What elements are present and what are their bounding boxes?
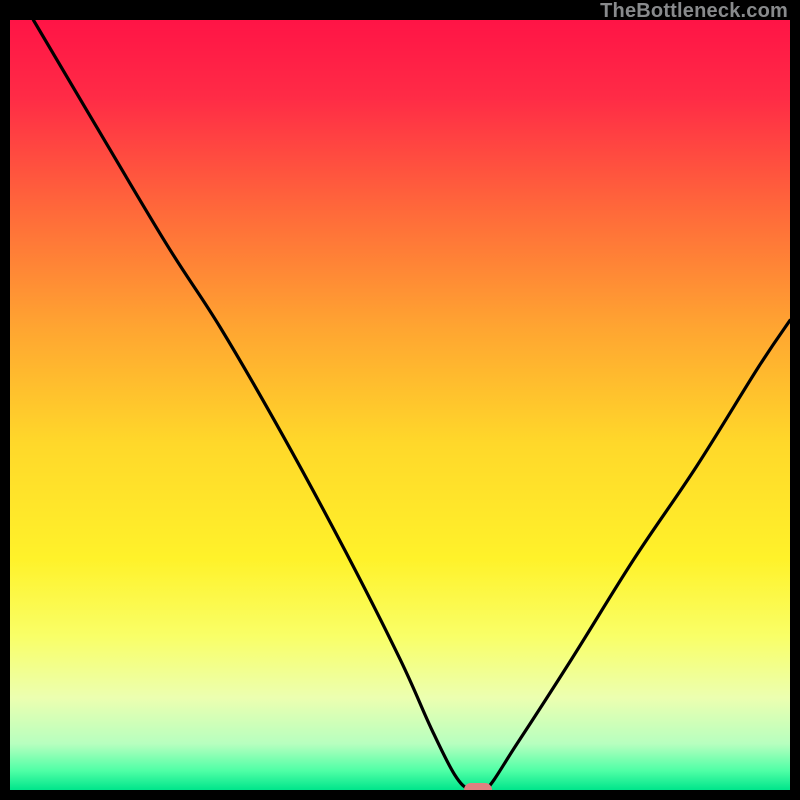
optimum-marker [464, 783, 492, 790]
gradient-background [10, 20, 790, 790]
bottleneck-chart [10, 20, 790, 790]
chart-frame [10, 20, 790, 790]
